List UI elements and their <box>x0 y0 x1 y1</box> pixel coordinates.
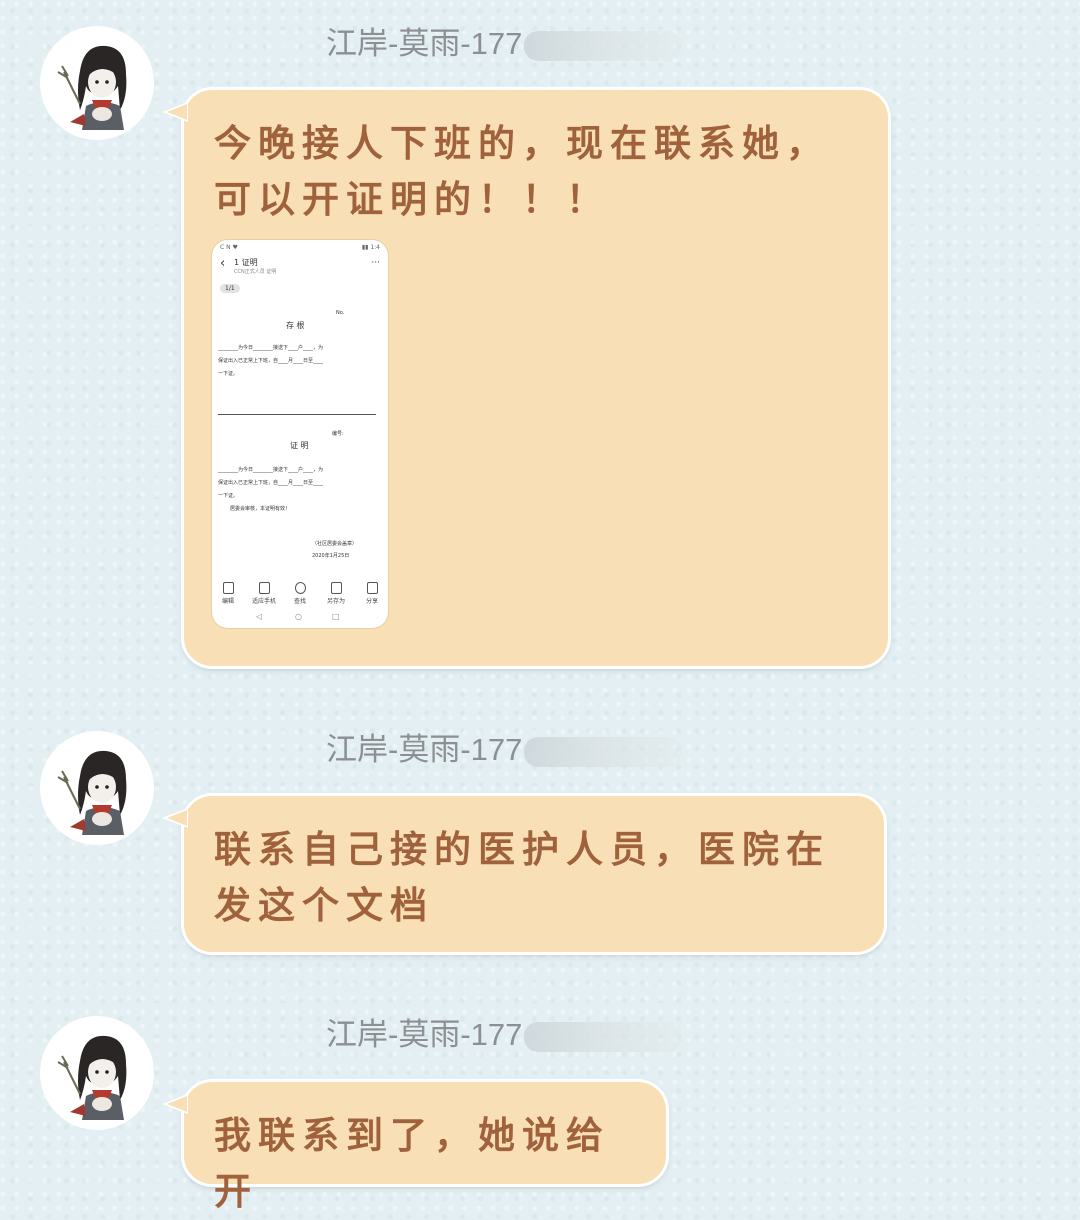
message-text: 今晚接人下班的，现在联系她，可以开证明的！！！ <box>214 122 830 221</box>
message-text: 联系自己接的医护人员，医院在发这个文档 <box>214 828 830 927</box>
sender-name-text: 江岸-莫雨-177 <box>326 732 523 767</box>
phone-fit-icon <box>258 582 270 594</box>
redacted-number <box>524 30 683 61</box>
message-bubble[interactable]: 我联系到了，她说给开 <box>162 1082 666 1213</box>
toolbar-fit-label: 适应手机 <box>251 598 276 605</box>
doc2-number: 编号: <box>332 431 344 437</box>
avatar[interactable] <box>40 26 154 140</box>
cartoon-character-avatar-icon <box>57 45 127 130</box>
doc2-line-3: 一下证。 <box>218 493 239 499</box>
toolbar-edit-label: 编辑 <box>221 598 234 605</box>
doc2-line-2: 保证出入已正常上下班，自____月____日至____ <box>218 480 324 486</box>
save-as-icon <box>330 582 342 594</box>
toolbar-find-label: 查找 <box>293 598 306 605</box>
sender-name: 江岸-莫雨-177 <box>326 24 683 64</box>
doc1-line-1: ________为今日________接送下____户____，为 <box>218 345 324 351</box>
signature-date: 2020年1月25日 <box>312 553 350 559</box>
doc1-heading: 存 根 <box>286 321 305 330</box>
more-icon: ··· <box>371 258 380 268</box>
redacted-number <box>524 736 683 767</box>
doc2-heading: 证 明 <box>290 441 309 450</box>
status-right: ▮▮ 1:4 <box>361 244 380 251</box>
cartoon-character-avatar-icon <box>57 1035 127 1120</box>
redacted-number <box>524 1021 683 1052</box>
doc2-line-4: 居委会审核，本证明有效！ <box>230 506 291 512</box>
toolbar-find[interactable]: 查找 <box>286 582 314 605</box>
toolbar-share[interactable]: 分享 <box>358 582 386 605</box>
doc1-number: No. <box>336 310 345 316</box>
cartoon-character-avatar-icon <box>57 750 127 835</box>
signature-org: （社区居委会盖章） <box>312 541 358 547</box>
doc1-line-2: 保证出入已正常上下班，自____月____日至____ <box>218 358 324 364</box>
avatar[interactable] <box>40 1016 154 1130</box>
toolbar-save-as[interactable]: 另存为 <box>322 582 350 605</box>
sender-name-text: 江岸-莫雨-177 <box>326 1017 523 1052</box>
page-badge: 1/1 <box>220 284 240 293</box>
bottom-toolbar: 编辑 适应手机 查找 另存为 分享 <box>212 582 388 606</box>
doc1-line-3: 一下证。 <box>218 371 239 377</box>
edit-icon <box>222 582 234 594</box>
toolbar-save-label: 另存为 <box>326 598 345 605</box>
status-left: C N ♥ <box>220 244 238 251</box>
sender-name: 江岸-莫雨-177 <box>326 730 683 770</box>
nav-home-icon: ○ <box>295 612 302 621</box>
search-icon <box>294 582 306 594</box>
status-bar: C N ♥ ▮▮ 1:4 <box>220 244 380 251</box>
nav-back-icon: ◁ <box>256 612 263 621</box>
doc-divider <box>218 414 376 415</box>
toolbar-share-label: 分享 <box>365 598 378 605</box>
message-bubble[interactable]: 今晚接人下班的，现在联系她，可以开证明的！！！ C N ♥ ▮▮ 1:4 ‹ 1… <box>162 90 888 666</box>
message-bubble[interactable]: 联系自己接的医护人员，医院在发这个文档 <box>162 796 884 952</box>
chevron-left-icon: ‹ <box>220 256 226 271</box>
doc2-line-1: ________为今日________接送下____户____，为 <box>218 467 324 473</box>
sender-name: 江岸-莫雨-177 <box>326 1015 683 1055</box>
image-attachment[interactable]: C N ♥ ▮▮ 1:4 ‹ 1 证明 CCN正式人员 证明 ··· 1/1 N… <box>212 240 388 628</box>
doc-subtitle: CCN正式人员 证明 <box>234 269 277 275</box>
sender-name-text: 江岸-莫雨-177 <box>326 26 523 61</box>
toolbar-edit[interactable]: 编辑 <box>214 582 242 605</box>
avatar[interactable] <box>40 731 154 845</box>
share-icon <box>366 582 378 594</box>
nav-recent-icon: □ <box>332 612 340 621</box>
doc-title: 1 证明 <box>234 258 258 267</box>
message-text: 我联系到了，她说给开 <box>214 1114 610 1213</box>
toolbar-fit-phone[interactable]: 适应手机 <box>250 582 278 605</box>
